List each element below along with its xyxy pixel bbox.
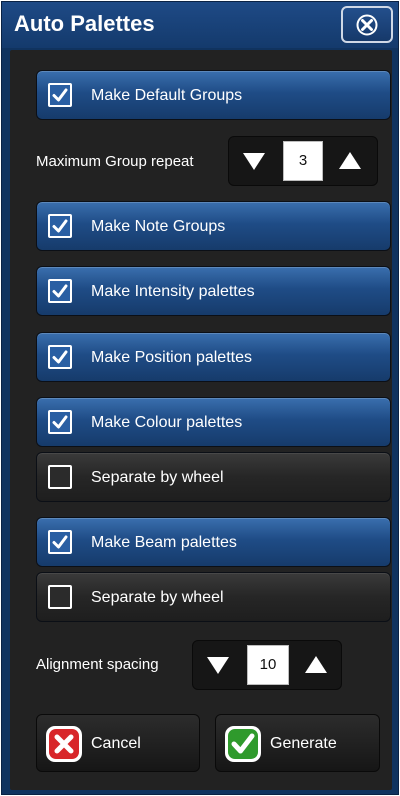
close-x-icon xyxy=(356,14,378,36)
group-repeat-decrement-button[interactable] xyxy=(229,137,281,185)
title-bar: Auto Palettes xyxy=(2,2,398,48)
checkbox xyxy=(48,585,72,609)
checkmark-icon xyxy=(52,535,68,549)
make-colour-palettes-toggle[interactable]: Make Colour palettes xyxy=(36,397,391,447)
option-label: Make Beam palettes xyxy=(91,534,237,551)
triangle-up-icon xyxy=(339,152,361,169)
green-check-icon xyxy=(225,726,261,762)
checkbox xyxy=(48,530,72,554)
alignment-spacing-value[interactable]: 10 xyxy=(247,645,289,685)
options-panel: Make Default Groups Maximum Group repeat… xyxy=(10,50,392,790)
option-label: Make Note Groups xyxy=(91,218,226,235)
option-label: Separate by wheel xyxy=(91,469,224,486)
make-position-palettes-toggle[interactable]: Make Position palettes xyxy=(36,332,391,382)
option-label: Make Position palettes xyxy=(91,349,252,366)
auto-palettes-dialog: Auto Palettes Make Default Groups Maximu… xyxy=(1,1,399,795)
group-repeat-increment-button[interactable] xyxy=(325,137,377,185)
checkmark-icon xyxy=(52,284,68,298)
cancel-label: Cancel xyxy=(91,735,141,752)
generate-button[interactable]: Generate xyxy=(215,714,380,772)
checkmark-icon xyxy=(52,219,68,233)
checkmark-icon xyxy=(52,350,68,364)
make-default-groups-toggle[interactable]: Make Default Groups xyxy=(36,70,391,120)
option-label: Make Intensity palettes xyxy=(91,283,255,300)
generate-label: Generate xyxy=(270,735,337,752)
triangle-down-icon xyxy=(207,657,229,674)
beam-separate-by-wheel-toggle[interactable]: Separate by wheel xyxy=(36,572,391,622)
make-note-groups-toggle[interactable]: Make Note Groups xyxy=(36,201,391,251)
dialog-title: Auto Palettes xyxy=(14,11,155,36)
group-repeat-spinner: 3 xyxy=(228,136,378,186)
option-label: Separate by wheel xyxy=(91,589,224,606)
group-repeat-value[interactable]: 3 xyxy=(283,141,323,181)
checkmark-icon xyxy=(52,415,68,429)
checkmark-icon xyxy=(52,88,68,102)
triangle-down-icon xyxy=(243,153,265,170)
option-label: Make Colour palettes xyxy=(91,414,243,431)
checkbox xyxy=(48,465,72,489)
checkbox xyxy=(48,214,72,238)
alignment-spacing-spinner: 10 xyxy=(192,640,342,690)
checkbox xyxy=(48,345,72,369)
alignment-spacing-label: Alignment spacing xyxy=(36,656,159,673)
cancel-button[interactable]: Cancel xyxy=(36,714,200,772)
checkbox xyxy=(48,83,72,107)
option-label: Make Default Groups xyxy=(91,87,243,104)
triangle-up-icon xyxy=(305,656,327,673)
checkbox xyxy=(48,410,72,434)
red-x-icon xyxy=(46,726,82,762)
colour-separate-by-wheel-toggle[interactable]: Separate by wheel xyxy=(36,452,391,502)
make-intensity-palettes-toggle[interactable]: Make Intensity palettes xyxy=(36,266,391,316)
alignment-decrement-button[interactable] xyxy=(193,641,245,689)
alignment-increment-button[interactable] xyxy=(291,641,343,689)
make-beam-palettes-toggle[interactable]: Make Beam palettes xyxy=(36,517,391,567)
group-repeat-label: Maximum Group repeat xyxy=(36,153,194,170)
checkbox xyxy=(48,279,72,303)
close-button[interactable] xyxy=(341,6,393,43)
